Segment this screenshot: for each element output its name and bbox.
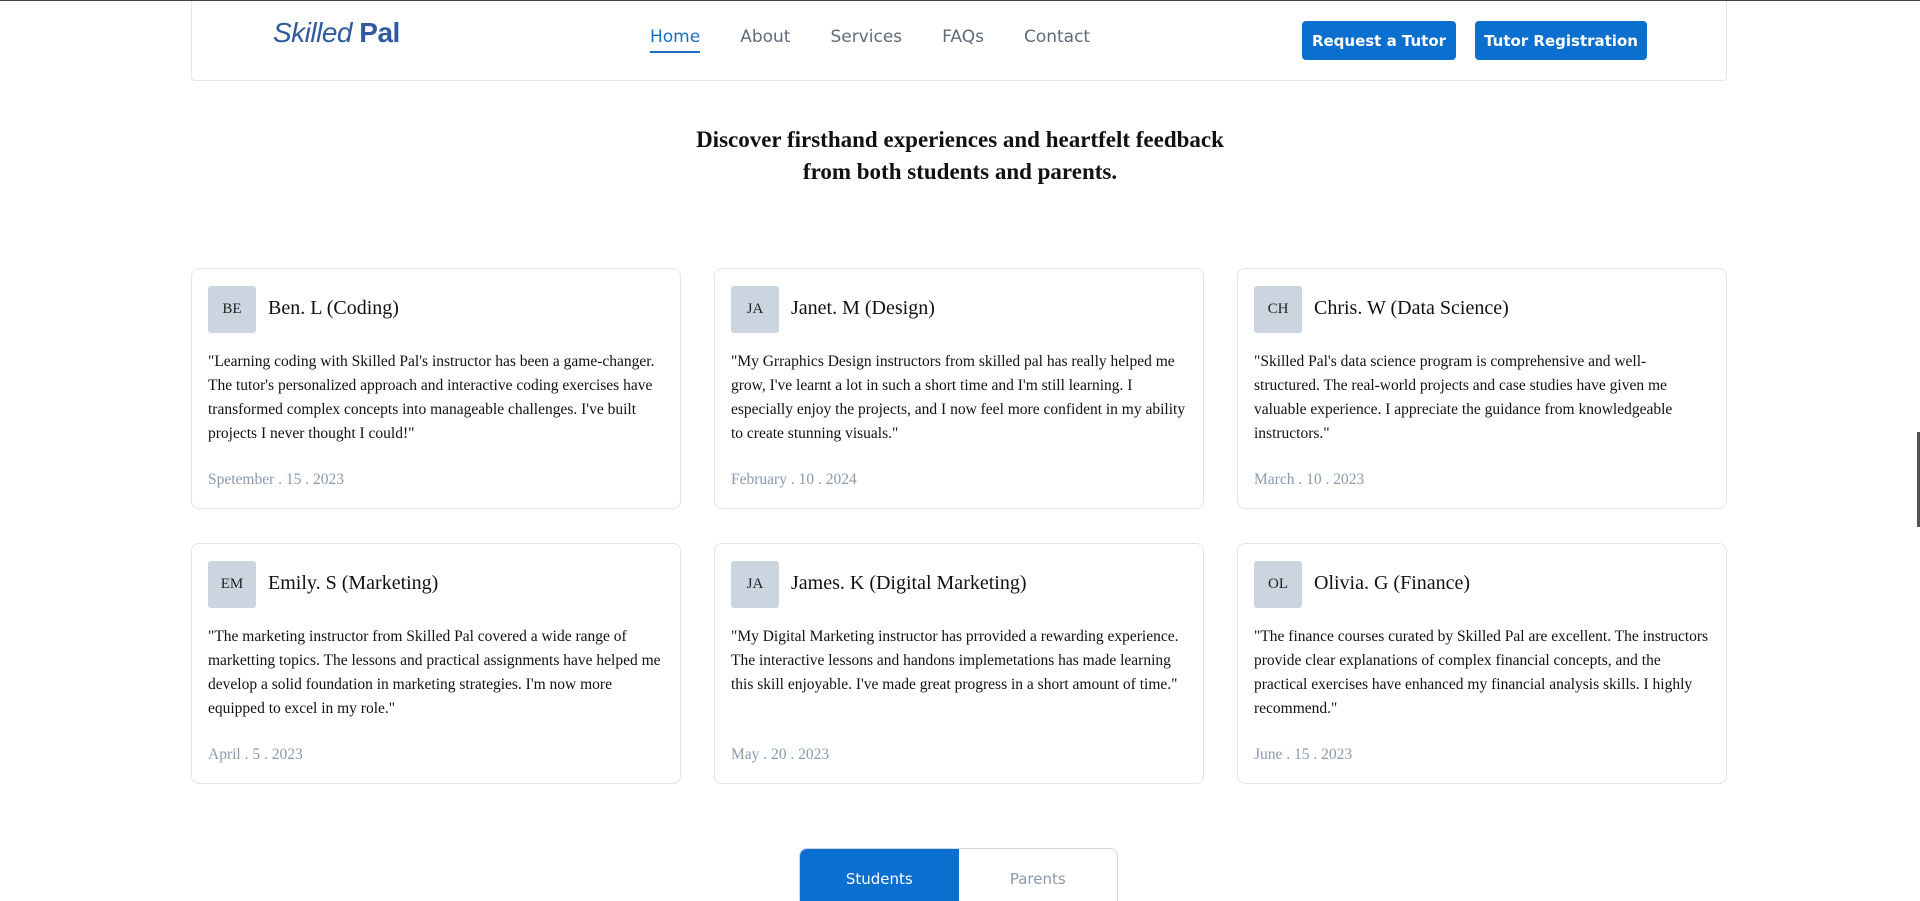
testimonial-date: May . 20 . 2023 — [731, 746, 830, 763]
testimonial-name: Emily. S (Marketing) — [268, 572, 439, 594]
testimonial-name: Janet. M (Design) — [791, 297, 935, 319]
testimonial-name: Ben. L (Coding) — [268, 297, 399, 319]
testimonial-card: JA James. K (Digital Marketing) "My Digi… — [714, 543, 1204, 784]
avatar: JA — [731, 286, 779, 333]
testimonial-card: OL Olivia. G (Finance) "The finance cour… — [1237, 543, 1727, 784]
headline-line-2: from both students and parents. — [802, 159, 1118, 184]
testimonial-name: James. K (Digital Marketing) — [791, 572, 1027, 594]
testimonial-date: February . 10 . 2024 — [731, 471, 857, 488]
avatar: JA — [731, 561, 779, 608]
request-tutor-button[interactable]: Request a Tutor — [1302, 21, 1456, 60]
testimonial-card: BE Ben. L (Coding) "Learning coding with… — [191, 268, 681, 509]
logo-text-pal: Pal — [359, 17, 400, 48]
audience-toggle: Students Parents — [799, 848, 1118, 901]
avatar: EM — [208, 561, 256, 608]
testimonial-card: JA Janet. M (Design) "My Grraphics Desig… — [714, 268, 1204, 509]
avatar: BE — [208, 286, 256, 333]
testimonial-date: April . 5 . 2023 — [208, 746, 303, 763]
testimonials-grid: BE Ben. L (Coding) "Learning coding with… — [191, 268, 1727, 784]
testimonial-card: EM Emily. S (Marketing) "The marketing i… — [191, 543, 681, 784]
parents-tab[interactable]: Parents — [958, 849, 1117, 901]
testimonial-quote: "The finance courses curated by Skilled … — [1254, 628, 1709, 717]
logo-text-skilled: Skilled — [273, 17, 352, 48]
nav-links: Home About Services FAQs Contact — [650, 27, 1090, 53]
testimonial-date: Spetember . 15 . 2023 — [208, 471, 345, 488]
testimonial-quote: "Skilled Pal's data science program is c… — [1254, 353, 1673, 442]
avatar: CH — [1254, 286, 1302, 333]
nav-link-about[interactable]: About — [740, 27, 790, 53]
testimonial-name: Chris. W (Data Science) — [1314, 297, 1509, 319]
nav-link-faqs[interactable]: FAQs — [942, 27, 984, 53]
students-tab[interactable]: Students — [800, 849, 959, 901]
nav-link-home[interactable]: Home — [650, 27, 701, 53]
testimonial-date: June . 15 . 2023 — [1254, 746, 1353, 763]
testimonial-quote: "My Grraphics Design instructors from sk… — [731, 353, 1186, 442]
testimonial-date: March . 10 . 2023 — [1254, 471, 1365, 488]
nav-link-services[interactable]: Services — [830, 27, 902, 53]
testimonial-card: CH Chris. W (Data Science) "Skilled Pal'… — [1237, 268, 1727, 509]
testimonials-headline: Discover firsthand experiences and heart… — [0, 124, 1920, 188]
testimonial-quote: "Learning coding with Skilled Pal's inst… — [208, 353, 655, 442]
logo[interactable]: Skilled Pal — [273, 17, 400, 49]
nav-link-contact[interactable]: Contact — [1024, 27, 1090, 53]
avatar: OL — [1254, 561, 1302, 608]
tutor-registration-button[interactable]: Tutor Registration — [1475, 21, 1647, 60]
headline-line-1: Discover firsthand experiences and heart… — [696, 127, 1224, 152]
testimonial-quote: "My Digital Marketing instructor has prr… — [731, 628, 1179, 693]
testimonial-name: Olivia. G (Finance) — [1314, 572, 1471, 594]
testimonial-quote: "The marketing instructor from Skilled P… — [208, 628, 661, 717]
navbar: Skilled Pal Home About Services FAQs Con… — [191, 1, 1727, 81]
